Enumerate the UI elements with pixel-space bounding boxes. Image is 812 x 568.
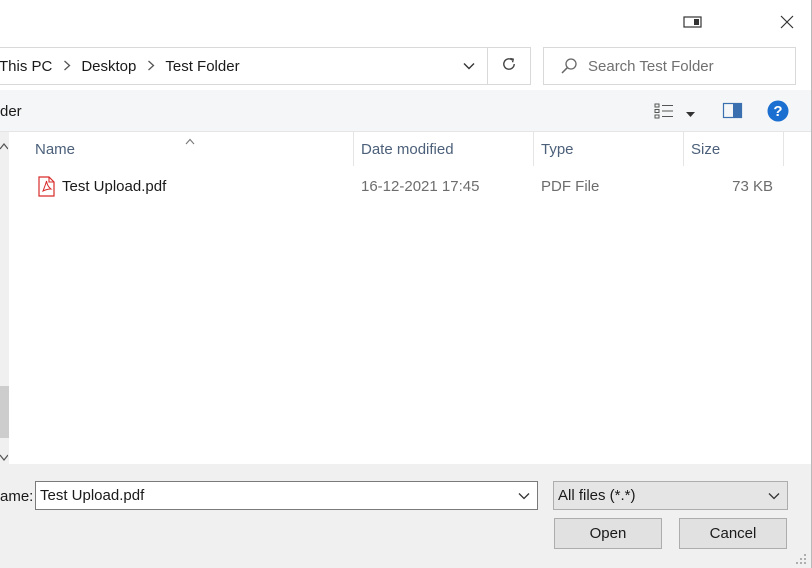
column-header-size[interactable]: Size bbox=[684, 132, 784, 166]
column-header-type[interactable]: Type bbox=[534, 132, 684, 166]
filename-value: Test Upload.pdf bbox=[40, 487, 145, 504]
close-icon[interactable] bbox=[772, 8, 802, 36]
breadcrumb-desktop[interactable]: Desktop bbox=[81, 58, 136, 75]
command-bar: der ? bbox=[0, 90, 811, 132]
filename-field[interactable]: Test Upload.pdf bbox=[35, 481, 538, 510]
dialog-footer: ame: Test Upload.pdf All files (*.*) Ope… bbox=[0, 464, 811, 568]
refresh-icon bbox=[501, 56, 517, 76]
breadcrumb-this-pc[interactable]: This PC bbox=[0, 58, 52, 75]
resize-grip-icon[interactable] bbox=[795, 552, 807, 564]
address-bar[interactable]: This PC Desktop Test Folder bbox=[0, 47, 488, 85]
file-size: 73 KB bbox=[732, 177, 773, 195]
file-open-dialog: This PC Desktop Test Folder Search Test … bbox=[0, 0, 812, 568]
navigation-pane bbox=[0, 132, 9, 464]
search-icon bbox=[560, 57, 578, 75]
new-folder-button[interactable]: der bbox=[0, 103, 22, 120]
open-button-label: Open bbox=[589, 525, 627, 542]
column-header-date-label: Date modified bbox=[361, 140, 454, 158]
window-snap-icon[interactable] bbox=[678, 8, 708, 36]
filename-label: ame: bbox=[0, 488, 34, 505]
help-icon[interactable]: ? bbox=[767, 100, 789, 126]
column-header-size-label: Size bbox=[691, 140, 721, 158]
chevron-down-icon[interactable] bbox=[763, 482, 785, 509]
search-input[interactable]: Search Test Folder bbox=[588, 58, 714, 75]
breadcrumb-test-folder[interactable]: Test Folder bbox=[165, 58, 239, 75]
search-box[interactable]: Search Test Folder bbox=[543, 47, 796, 85]
caret-down-icon bbox=[686, 105, 695, 122]
nav-scrollbar-thumb[interactable] bbox=[0, 386, 9, 438]
chevron-down-icon[interactable] bbox=[454, 48, 484, 84]
cancel-button[interactable]: Cancel bbox=[679, 518, 787, 549]
file-type-filter-value: All files (*.*) bbox=[558, 487, 636, 504]
chevron-right-icon[interactable] bbox=[63, 59, 71, 74]
column-header-type-label: Type bbox=[541, 140, 574, 158]
view-options-icon bbox=[654, 103, 676, 123]
pdf-file-icon bbox=[38, 172, 58, 200]
column-header-name-label: Name bbox=[35, 140, 76, 158]
chevron-down-icon[interactable] bbox=[513, 482, 535, 509]
file-type: PDF File bbox=[541, 177, 600, 195]
preview-pane-icon[interactable] bbox=[722, 102, 744, 124]
file-list: Name Date modified Type Size Test Upload… bbox=[9, 132, 811, 464]
chevron-right-icon[interactable] bbox=[147, 59, 155, 74]
svg-text:?: ? bbox=[773, 103, 782, 120]
view-options-button[interactable] bbox=[654, 103, 695, 123]
column-header-date-modified[interactable]: Date modified bbox=[354, 132, 534, 166]
address-row: This PC Desktop Test Folder Search Test … bbox=[0, 44, 811, 90]
title-bar bbox=[0, 0, 811, 44]
scroll-down-icon[interactable] bbox=[0, 448, 9, 465]
open-button[interactable]: Open bbox=[554, 518, 662, 549]
file-row[interactable]: Test Upload.pdf 16-12-2021 17:45 PDF Fil… bbox=[35, 172, 783, 200]
column-header-name[interactable]: Name bbox=[28, 132, 354, 166]
file-date-modified: 16-12-2021 17:45 bbox=[361, 177, 480, 195]
file-type-filter[interactable]: All files (*.*) bbox=[553, 481, 788, 510]
scroll-up-icon[interactable] bbox=[0, 138, 9, 155]
cancel-button-label: Cancel bbox=[709, 525, 757, 542]
file-name: Test Upload.pdf bbox=[62, 177, 167, 195]
refresh-button[interactable] bbox=[488, 47, 531, 85]
